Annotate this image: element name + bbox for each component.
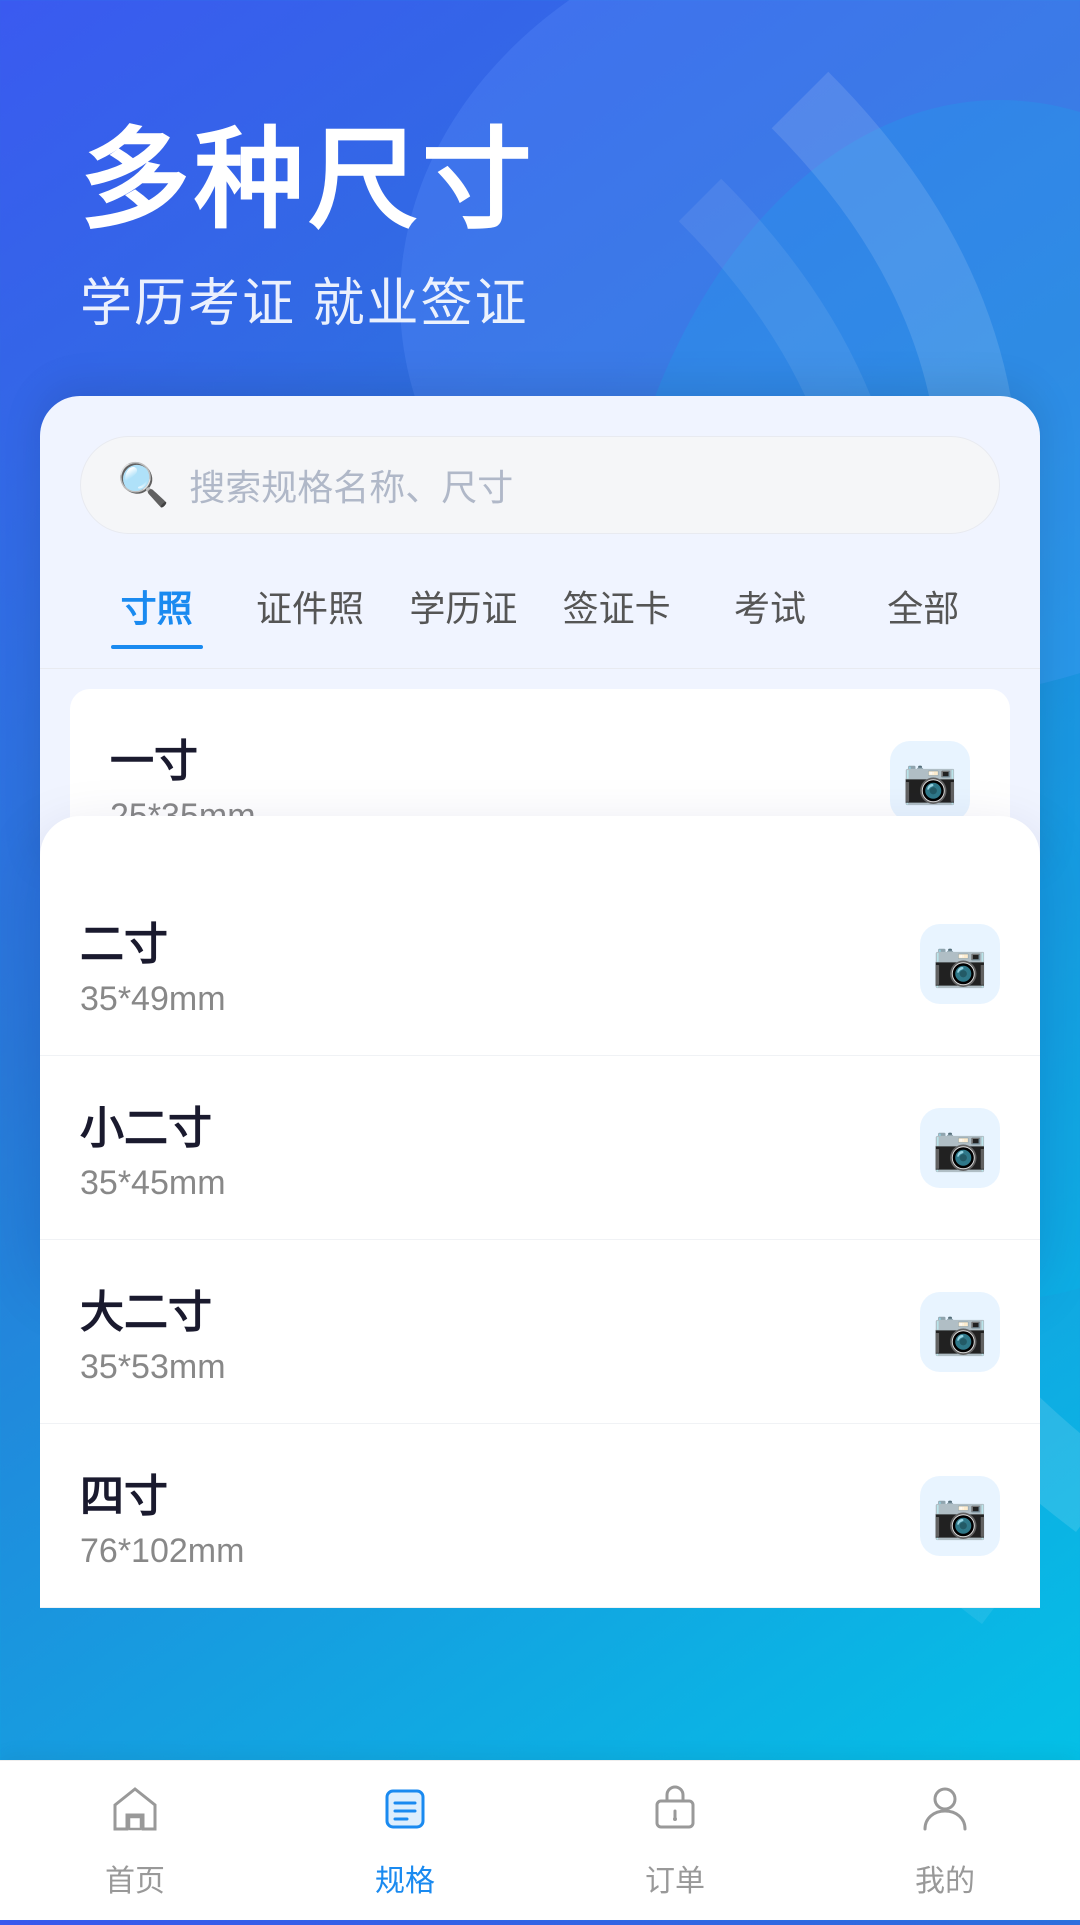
list-item-daercun: 大二寸 35*53mm 📷 [40,1240,1040,1424]
tab-qianzhengka[interactable]: 签证卡 [540,564,693,648]
camera-icon-2: 📷 [933,938,988,990]
search-bar[interactable]: 🔍 搜索规格名称、尺寸 [80,436,1000,534]
box-icon [647,1781,703,1846]
nav-item-mine[interactable]: 我的 [810,1781,1080,1900]
list-item-info-3: 小二寸 35*45mm [80,1092,226,1203]
list-item-name-2: 二寸 [80,908,226,972]
nav-label-home: 首页 [105,1856,165,1900]
tab-cunzhao[interactable]: 寸照 [80,564,233,648]
list-item-size-4: 35*53mm [80,1348,226,1387]
list-item-size-3: 35*45mm [80,1164,226,1203]
category-tabs: 寸照 证件照 学历证 签证卡 考试 全部 [40,564,1040,669]
nav-item-home[interactable]: 首页 [0,1781,270,1900]
search-icon: 🔍 [117,461,169,510]
nav-item-order[interactable]: 订单 [540,1781,810,1900]
main-card: 🔍 搜索规格名称、尺寸 寸照 证件照 学历证 签证卡 考试 全部 一寸 25*3… [40,396,1040,872]
camera-icon: 📷 [903,755,958,807]
search-placeholder: 搜索规格名称、尺寸 [189,459,513,511]
nav-label-mine: 我的 [915,1856,975,1900]
camera-button[interactable]: 📷 [890,741,970,821]
nav-label-order: 订单 [645,1856,705,1900]
nav-item-guige[interactable]: 规格 [270,1781,540,1900]
person-icon [917,1781,973,1846]
camera-icon-5: 📷 [933,1490,988,1542]
camera-button-5[interactable]: 📷 [920,1476,1000,1556]
header-subtitle: 学历考证 就业签证 [80,261,1000,336]
list-item-xiaoercun: 小二寸 35*45mm 📷 [40,1056,1040,1240]
list-item-info-4: 大二寸 35*53mm [80,1276,226,1387]
list-icon [377,1781,433,1846]
header: 多种尺寸 学历考证 就业签证 [0,0,1080,396]
header-title: 多种尺寸 [80,120,1000,241]
home-icon [107,1781,163,1846]
tab-xuelizheng[interactable]: 学历证 [387,564,540,648]
bottom-nav: 首页 规格 订单 [0,1760,1080,1920]
tab-all[interactable]: 全部 [847,564,1000,648]
lower-list: 二寸 35*49mm 📷 小二寸 35*45mm 📷 大二寸 35*53mm 📷 [40,872,1040,1608]
list-item-name-3: 小二寸 [80,1092,226,1156]
list-item-name-5: 四寸 [80,1460,244,1524]
list-item-sicun: 四寸 76*102mm 📷 [40,1424,1040,1608]
list-item-name: 一寸 [110,725,256,789]
tab-kaoshi[interactable]: 考试 [693,564,846,648]
list-item-info-5: 四寸 76*102mm [80,1460,244,1571]
nav-label-guige: 规格 [375,1856,435,1900]
list-item-size-5: 76*102mm [80,1532,244,1571]
camera-icon-3: 📷 [933,1122,988,1174]
camera-button-3[interactable]: 📷 [920,1108,1000,1188]
tab-zhenjianzhao[interactable]: 证件照 [233,564,386,648]
list-item-name-4: 大二寸 [80,1276,226,1340]
camera-button-2[interactable]: 📷 [920,924,1000,1004]
content-wrapper: 🔍 搜索规格名称、尺寸 寸照 证件照 学历证 签证卡 考试 全部 一寸 25*3… [0,396,1080,1608]
camera-icon-4: 📷 [933,1306,988,1358]
list-item-size-2: 35*49mm [80,980,226,1019]
camera-button-4[interactable]: 📷 [920,1292,1000,1372]
list-item-info-2: 二寸 35*49mm [80,908,226,1019]
list-item-ercun: 二寸 35*49mm 📷 [40,872,1040,1056]
